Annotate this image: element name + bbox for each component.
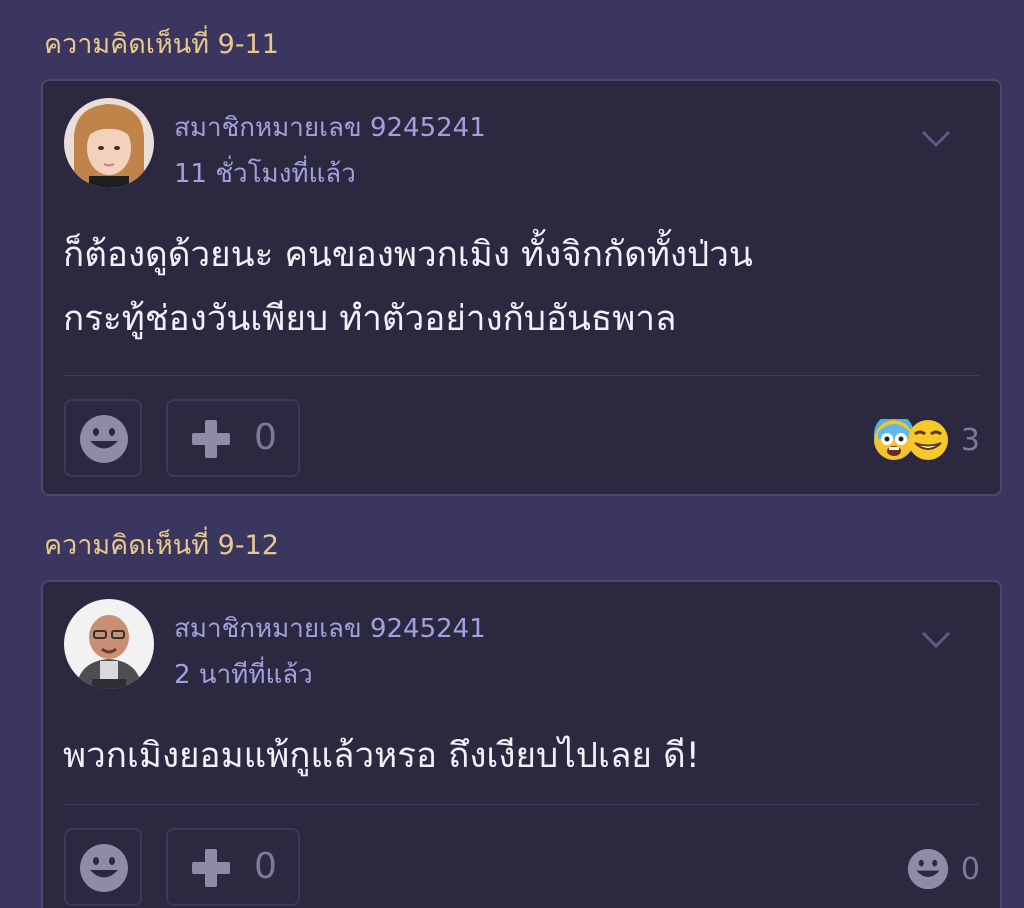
comment-text-line: พวกเมิงยอมแพ้กูแล้วหรอ ถึงเงียบไปเลย ดี! bbox=[63, 736, 700, 776]
chevron-down-icon[interactable] bbox=[920, 630, 952, 650]
plus-count: 0 bbox=[254, 417, 277, 458]
avatar-girl-icon bbox=[64, 98, 154, 188]
comment-number-label: ความคิดเห็นที่ 9-12 bbox=[44, 530, 279, 561]
avatar-man-icon bbox=[64, 599, 154, 689]
smirk-emoji-icon bbox=[907, 420, 948, 460]
plus-icon bbox=[192, 849, 230, 887]
comment-text-line: ก็ต้องดูด้วยนะ คนของพวกเมิง ทั้งจิกกัดทั… bbox=[63, 235, 753, 275]
reaction-summary[interactable]: 3 bbox=[873, 415, 980, 465]
comment-card: สมาชิกหมายเลข 9245241 11 ชั่วโมงที่แล้ว … bbox=[41, 79, 1002, 496]
chevron-down-icon[interactable] bbox=[920, 129, 952, 149]
smile-emoji-icon bbox=[907, 848, 949, 890]
avatar[interactable] bbox=[64, 599, 154, 689]
divider bbox=[63, 375, 980, 376]
add-reaction-button[interactable] bbox=[64, 399, 142, 477]
smile-emoji-icon bbox=[80, 844, 128, 892]
smile-emoji-icon bbox=[80, 415, 128, 463]
timestamp: 11 ชั่วโมงที่แล้ว bbox=[174, 159, 356, 189]
comment-text: พวกเมิงยอมแพ้กูแล้วหรอ ถึงเงียบไปเลย ดี! bbox=[63, 724, 980, 788]
reaction-count: 3 bbox=[960, 422, 980, 458]
plus-icon bbox=[192, 420, 230, 458]
plus-count: 0 bbox=[254, 846, 277, 887]
username[interactable]: สมาชิกหมายเลข 9245241 bbox=[174, 608, 486, 649]
comment-card: สมาชิกหมายเลข 9245241 2 นาทีที่แล้ว พวกเ… bbox=[41, 580, 1002, 908]
comment-text: ก็ต้องดูด้วยนะ คนของพวกเมิง ทั้งจิกกัดทั… bbox=[63, 223, 980, 351]
divider bbox=[63, 804, 980, 805]
comment-number-label: ความคิดเห็นที่ 9-11 bbox=[44, 29, 279, 60]
reaction-summary[interactable]: 0 bbox=[907, 844, 980, 894]
plus-vote-button[interactable]: 0 bbox=[166, 399, 300, 477]
comment-text-line: กระทู้ช่องวันเพียบ ทำตัวอย่างกับอันธพาล bbox=[63, 299, 677, 339]
plus-vote-button[interactable]: 0 bbox=[166, 828, 300, 906]
reaction-count: 0 bbox=[960, 851, 980, 887]
add-reaction-button[interactable] bbox=[64, 828, 142, 906]
timestamp: 2 นาทีที่แล้ว bbox=[174, 660, 313, 690]
avatar[interactable] bbox=[64, 98, 154, 188]
username[interactable]: สมาชิกหมายเลข 9245241 bbox=[174, 107, 486, 148]
